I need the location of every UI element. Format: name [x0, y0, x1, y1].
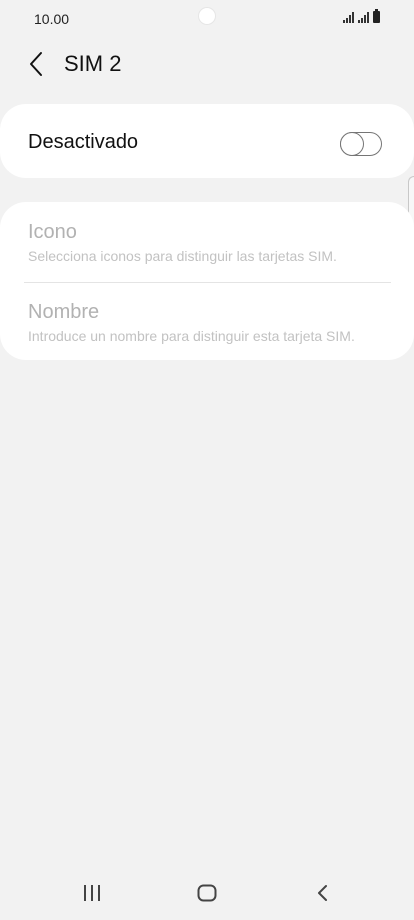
sim-toggle-switch[interactable] — [339, 131, 382, 156]
divider — [24, 282, 391, 283]
switch-knob — [339, 131, 364, 156]
signal-sim1-icon — [343, 11, 354, 23]
chevron-left-icon — [30, 52, 42, 76]
recent-apps-button[interactable] — [72, 876, 112, 910]
back-button[interactable] — [22, 48, 54, 80]
page-title: SIM 2 — [64, 51, 122, 76]
sim-toggle-card[interactable]: Desactivado — [0, 104, 414, 178]
status-icons — [343, 9, 380, 23]
back-icon — [318, 885, 327, 901]
list-item-icon[interactable]: Icono Selecciona iconos para distinguir … — [28, 221, 390, 264]
status-time: 10.00 — [34, 11, 70, 27]
battery-icon — [373, 9, 380, 23]
list-item-title: Icono — [28, 221, 77, 243]
sim-toggle-label: Desactivado — [28, 131, 139, 153]
list-item-subtitle: Introduce un nombre para distinguir esta… — [28, 328, 355, 344]
navigation-bar — [0, 866, 414, 920]
front-camera — [199, 8, 215, 24]
signal-sim2-icon — [358, 11, 369, 23]
home-button[interactable] — [187, 876, 227, 910]
back-nav-button[interactable] — [303, 876, 343, 910]
status-bar: 10.00 — [0, 0, 414, 40]
list-item-title: Nombre — [28, 301, 100, 323]
home-icon — [197, 884, 217, 902]
list-item-name[interactable]: Nombre Introduce un nombre para distingu… — [28, 301, 390, 344]
sim-settings-card: Icono Selecciona iconos para distinguir … — [0, 202, 414, 360]
header: SIM 2 — [0, 40, 414, 90]
recent-apps-icon — [84, 885, 100, 901]
list-item-subtitle: Selecciona iconos para distinguir las ta… — [28, 248, 337, 264]
